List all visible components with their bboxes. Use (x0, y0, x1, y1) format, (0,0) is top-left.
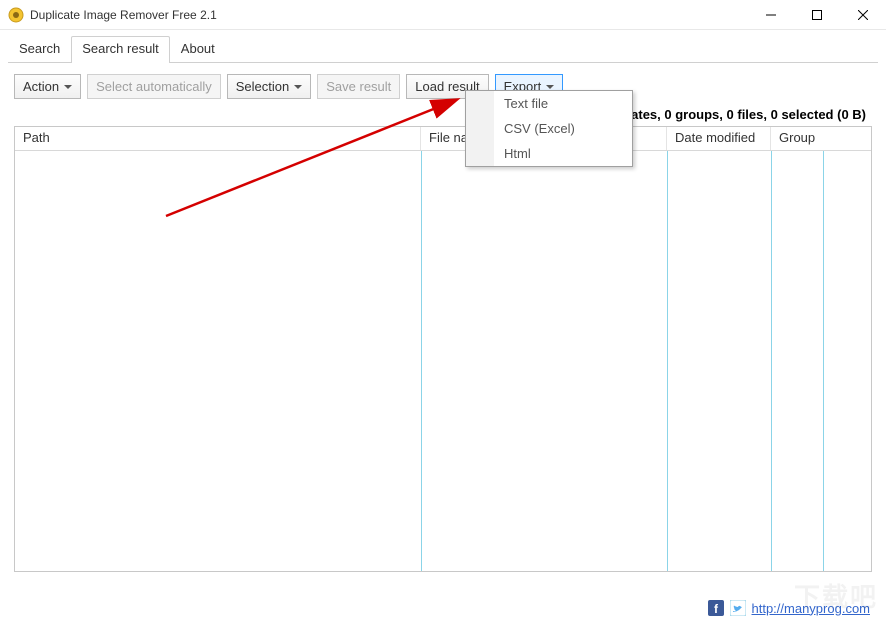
status-line: 0 duplicates, 0 groups, 0 files, 0 selec… (0, 107, 886, 126)
tab-search-result[interactable]: Search result (71, 36, 170, 62)
grid-body (15, 151, 871, 571)
results-grid: Path File name Date modified Group (14, 126, 872, 572)
website-link[interactable]: http://manyprog.com (752, 601, 871, 616)
app-icon (8, 7, 24, 23)
selection-button[interactable]: Selection (227, 74, 311, 99)
select-automatically-button: Select automatically (87, 74, 221, 99)
footer: f http://manyprog.com (708, 600, 871, 616)
titlebar: Duplicate Image Remover Free 2.1 (0, 0, 886, 30)
tab-about[interactable]: About (170, 36, 226, 62)
window-title: Duplicate Image Remover Free 2.1 (30, 8, 748, 22)
maximize-button[interactable] (794, 0, 840, 30)
grid-header: Path File name Date modified Group (15, 127, 871, 151)
tab-search[interactable]: Search (8, 36, 71, 62)
tab-bar: Search Search result About (0, 30, 886, 62)
save-result-button: Save result (317, 74, 400, 99)
column-date-modified[interactable]: Date modified (667, 127, 771, 150)
toolbar: Action Select automatically Selection Sa… (0, 62, 886, 107)
minimize-button[interactable] (748, 0, 794, 30)
twitter-icon[interactable] (730, 600, 746, 616)
caret-down-icon (64, 85, 72, 89)
export-html[interactable]: Html (494, 141, 632, 166)
facebook-icon[interactable]: f (708, 600, 724, 616)
caret-down-icon (294, 85, 302, 89)
export-csv[interactable]: CSV (Excel) (494, 116, 632, 141)
column-path[interactable]: Path (15, 127, 421, 150)
caret-down-icon (546, 85, 554, 89)
export-menu: Text file CSV (Excel) Html (465, 90, 633, 167)
action-button[interactable]: Action (14, 74, 81, 99)
export-text-file[interactable]: Text file (494, 91, 632, 116)
column-group[interactable]: Group (771, 127, 823, 150)
close-button[interactable] (840, 0, 886, 30)
